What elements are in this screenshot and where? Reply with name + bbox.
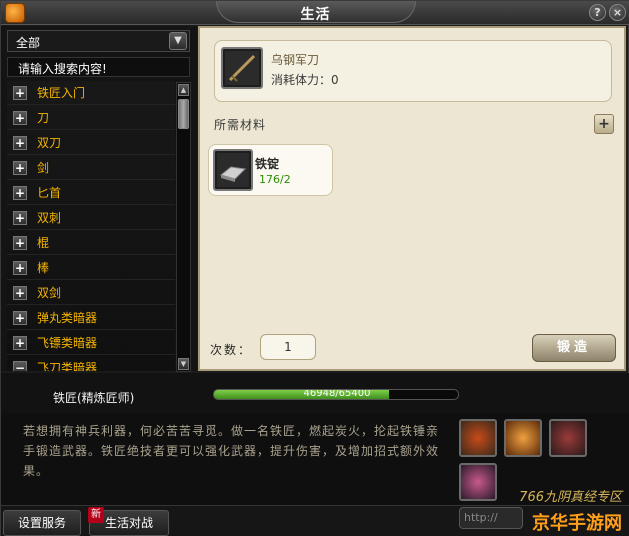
list-item[interactable]: + 飞镖类暗器: [7, 331, 175, 355]
category-label: 双刺: [37, 211, 62, 225]
profession-description: 若想拥有神兵利器，何必苦苦寻觅。做一名铁匠，燃起炭火，抡起铁锤亲手锻造武器。铁匠…: [23, 424, 440, 478]
list-item[interactable]: + 棍: [7, 231, 175, 255]
category-label: 刀: [37, 111, 50, 125]
expand-icon[interactable]: +: [13, 210, 27, 225]
material-name: 铁锭: [255, 157, 280, 171]
life-skill-window: 生活 ? × 全部 ▼ 请输入搜索内容! + 铁匠入门 + 刀 + 双刀 + 剑 + 匕首…: [0, 0, 629, 536]
list-item[interactable]: + 双刀: [7, 131, 175, 155]
scroll-up-icon[interactable]: ▲: [178, 84, 189, 96]
experience-text: 46948/65400: [303, 389, 371, 399]
expand-icon[interactable]: +: [13, 260, 27, 275]
filter-value: 全部: [16, 36, 41, 50]
list-item[interactable]: + 匕首: [7, 181, 175, 205]
material-count: 176/2: [259, 173, 291, 186]
expand-icon[interactable]: +: [13, 160, 27, 175]
expand-icon[interactable]: +: [13, 185, 27, 200]
expand-icon[interactable]: +: [13, 110, 27, 125]
close-button[interactable]: ×: [609, 4, 626, 21]
add-material-button[interactable]: +: [594, 114, 614, 134]
list-item[interactable]: + 双刺: [7, 206, 175, 230]
category-label: 棒: [37, 261, 50, 275]
recipe-panel: 乌钢军刀 消耗体力：0 所需材料 + 铁锭 176/2 次数： 1 锻造: [198, 26, 626, 371]
expand-icon[interactable]: +: [13, 285, 27, 300]
list-item[interactable]: + 铁匠入门: [7, 81, 175, 105]
spiral-strike-icon[interactable]: [549, 419, 587, 457]
material-card: 铁锭 176/2: [208, 144, 333, 196]
new-badge: 新: [88, 507, 104, 523]
title-bar[interactable]: 生活 ? ×: [1, 1, 629, 25]
category-label: 双刀: [37, 136, 62, 150]
collapse-icon[interactable]: −: [13, 360, 27, 371]
chevron-down-icon[interactable]: ▼: [169, 32, 187, 50]
help-button[interactable]: ?: [589, 4, 606, 21]
category-label: 飞刀类暗器: [37, 361, 98, 371]
list-item[interactable]: + 棒: [7, 256, 175, 280]
list-item[interactable]: + 刀: [7, 106, 175, 130]
window-title: 生活: [300, 7, 331, 23]
category-label: 弹丸类暗器: [37, 311, 98, 325]
expand-icon[interactable]: +: [13, 85, 27, 100]
fire-sword-icon[interactable]: [459, 419, 497, 457]
list-item[interactable]: + 弹丸类暗器: [7, 306, 175, 330]
iron-ingot-icon: [217, 153, 249, 187]
category-panel: 全部 ▼ 请输入搜索内容! + 铁匠入门 + 刀 + 双刀 + 剑 + 匕首 + 双刺 + 棍…: [1, 26, 197, 372]
category-label: 铁匠入门: [37, 86, 86, 100]
profession-row: 铁匠(精炼匠师) 46948/65400: [1, 373, 629, 413]
scroll-thumb[interactable]: [178, 99, 189, 129]
item-slot[interactable]: [221, 47, 263, 89]
watermark-small: 766九阴真经专区: [519, 490, 622, 505]
stamina-cost: 消耗体力：0: [271, 73, 339, 87]
category-filter-select[interactable]: 全部 ▼: [7, 30, 190, 52]
list-item[interactable]: − 飞刀类暗器: [7, 356, 175, 371]
category-label: 剑: [37, 161, 50, 175]
category-label: 匕首: [37, 186, 62, 200]
profession-name: 铁匠(精炼匠师): [53, 391, 135, 405]
scroll-down-icon[interactable]: ▼: [178, 358, 189, 370]
recipe-card: 乌钢军刀 消耗体力：0: [214, 40, 612, 102]
expand-icon[interactable]: +: [13, 310, 27, 325]
experience-bar: 46948/65400: [213, 389, 459, 400]
materials-heading: 所需材料: [214, 118, 267, 132]
craft-count-input[interactable]: 1: [260, 334, 316, 360]
forge-button[interactable]: 锻造: [532, 334, 616, 362]
search-input[interactable]: 请输入搜索内容!: [7, 57, 190, 77]
blade-icon: [225, 51, 259, 85]
list-item[interactable]: + 双剑: [7, 281, 175, 305]
list-scrollbar[interactable]: ▲ ▼: [176, 82, 191, 372]
expand-icon[interactable]: +: [13, 335, 27, 350]
category-label: 双剑: [37, 286, 62, 300]
list-item[interactable]: + 剑: [7, 156, 175, 180]
expand-icon[interactable]: +: [13, 135, 27, 150]
expand-icon[interactable]: +: [13, 235, 27, 250]
watermark-large: 京华手游网: [532, 513, 622, 534]
settings-service-button[interactable]: 设置服务: [3, 510, 81, 536]
warrior-portrait-icon[interactable]: [459, 463, 497, 501]
category-list: + 铁匠入门 + 刀 + 双刀 + 剑 + 匕首 + 双刺 + 棍 + 棒 + 双剑 + 弹丸类暗器…: [7, 81, 175, 371]
category-label: 飞镖类暗器: [37, 336, 98, 350]
recipe-name: 乌钢军刀: [271, 53, 320, 67]
material-slot[interactable]: [213, 149, 253, 191]
count-label: 次数：: [210, 343, 253, 357]
category-label: 棍: [37, 236, 50, 250]
flame-blade-icon[interactable]: [504, 419, 542, 457]
url-pill: http://: [459, 507, 523, 529]
